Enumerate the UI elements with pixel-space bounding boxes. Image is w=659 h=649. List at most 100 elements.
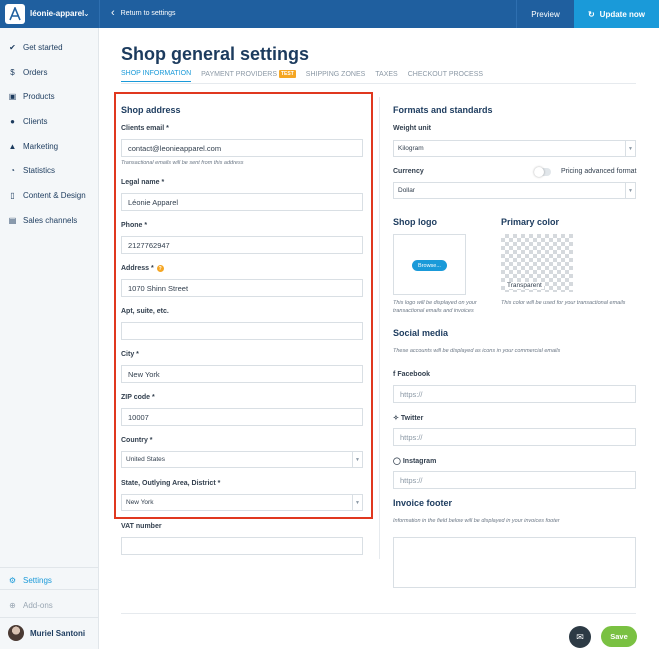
pricing-advanced-toggle[interactable] (534, 167, 551, 177)
tab-taxes[interactable]: TAXES (375, 70, 397, 82)
state-select[interactable]: New York ▼ (121, 494, 363, 511)
country-value: United States (126, 456, 166, 463)
instagram-label: ◯ Instagram (393, 457, 437, 466)
sidebar-item-sales-channels[interactable]: ▤ Sales channels (8, 213, 78, 227)
refresh-icon: ↻ (587, 9, 595, 19)
legal-name-label: Legal name * (121, 179, 165, 186)
user-menu[interactable]: Muriel Santoni (8, 625, 85, 641)
shop-logo-dropzone[interactable]: Browse... (393, 234, 466, 295)
cart-icon: ▣ (8, 91, 17, 101)
sidebar-item-label: Get started (23, 42, 63, 52)
sidebar-item-addons[interactable]: ⊕ Add-ons (8, 598, 53, 612)
bell-icon: ▲ (8, 141, 17, 151)
browse-button[interactable]: Browse... (412, 260, 447, 271)
invoice-footer-textarea[interactable] (393, 537, 636, 588)
country-select[interactable]: United States ▼ (121, 451, 363, 468)
facebook-field[interactable]: https:// (393, 385, 636, 403)
invoice-footer-title: Invoice footer (393, 498, 453, 508)
state-value: New York (126, 499, 154, 506)
zip-label: ZIP code * (121, 394, 155, 401)
return-to-settings-link[interactable]: ‹ Return to settings (111, 8, 176, 19)
legal-name-field[interactable]: Léonie Apparel (121, 193, 363, 211)
tab-shop-information[interactable]: SHOP INFORMATION (121, 70, 192, 82)
clients-email-field[interactable]: contact@leonieapparel.com (121, 139, 363, 157)
vat-field[interactable] (121, 537, 363, 555)
clients-email-hint: Transactional emails will be sent from t… (121, 160, 244, 166)
instagram-label-text: Instagram (402, 457, 437, 465)
currency-label: Currency (393, 168, 424, 175)
users-icon: ● (10, 116, 15, 126)
update-label: Update now (599, 9, 646, 19)
sidebar-item-label: Products (23, 91, 55, 101)
zip-field[interactable]: 10007 (121, 408, 363, 426)
twitter-label-text: Twitter (400, 414, 424, 422)
social-media-hint: These accounts will be displayed as icon… (393, 348, 561, 354)
sidebar-item-label: Sales channels (23, 215, 78, 225)
sidebar-item-content-design[interactable]: ▯ Content & Design (8, 188, 86, 202)
sidebar-divider (0, 567, 99, 568)
formats-title: Formats and standards (393, 105, 493, 115)
tab-shipping-zones[interactable]: SHIPPING ZONES (306, 70, 366, 82)
invoice-footer-hint: Information in the field below will be d… (393, 518, 560, 524)
column-divider (379, 97, 380, 559)
clients-email-label: Clients email * (121, 125, 169, 132)
logo-icon (9, 7, 21, 21)
shop-logo-title: Shop logo (393, 217, 437, 227)
plus-circle-icon: ⊕ (9, 600, 16, 610)
sidebar-item-label: Statistics (23, 165, 56, 175)
state-label: State, Outlying Area, District * (121, 480, 221, 487)
sidebar-item-label: Orders (23, 67, 48, 77)
app-logo[interactable] (5, 4, 25, 24)
tab-payment-providers[interactable]: PAYMENT PROVIDERS TEST (201, 70, 296, 82)
sidebar-item-marketing[interactable]: ▲ Marketing (8, 139, 59, 153)
social-media-title: Social media (393, 328, 449, 338)
shop-address-title: Shop address (121, 105, 181, 115)
weight-unit-select[interactable]: Kilogram ▼ (393, 140, 636, 157)
weight-unit-value: Kilogram (398, 145, 424, 152)
gear-icon: ⚙ (8, 575, 17, 585)
apt-label: Apt, suite, etc. (121, 308, 169, 315)
mobile-icon: ▯ (10, 190, 15, 200)
address-field[interactable]: 1070 Shinn Street (121, 279, 363, 297)
phone-label: Phone * (121, 222, 148, 229)
primary-color-swatch[interactable]: Transparent (501, 234, 573, 292)
chevron-down-icon[interactable]: ⌄ (83, 9, 90, 18)
save-button[interactable]: Save (601, 626, 637, 647)
instagram-icon: ◯ (393, 458, 401, 465)
sidebar-item-orders[interactable]: $ Orders (8, 65, 47, 79)
sidebar-item-clients[interactable]: ● Clients (8, 114, 47, 128)
sidebar-item-products[interactable]: ▣ Products (8, 89, 55, 103)
address-label: Address * ? (121, 265, 164, 272)
facebook-icon: f (393, 371, 396, 378)
preview-button[interactable]: Preview (516, 0, 574, 28)
primary-color-title: Primary color (501, 217, 560, 227)
apt-field[interactable] (121, 322, 363, 340)
chevron-down-icon: ▼ (625, 183, 635, 198)
weight-unit-label: Weight unit (393, 125, 431, 132)
test-badge: TEST (279, 70, 296, 78)
chat-icon[interactable]: ✉ (569, 626, 591, 648)
update-now-button[interactable]: ↻ Update now (574, 0, 659, 28)
info-icon[interactable]: ? (156, 265, 164, 272)
sidebar-item-get-started[interactable]: ✔ Get started (8, 40, 63, 54)
return-label: Return to settings (120, 9, 176, 17)
phone-field[interactable]: 2127762947 (121, 236, 363, 254)
shop-switcher-label[interactable]: léonie-apparel (30, 9, 84, 18)
avatar (8, 625, 24, 641)
facebook-label-text: Facebook (397, 371, 431, 378)
instagram-field[interactable]: https:// (393, 471, 636, 489)
city-field[interactable]: New York (121, 365, 363, 383)
sidebar-item-label: Content & Design (23, 190, 86, 200)
footer-divider (121, 613, 636, 614)
twitter-icon: ✧ (393, 415, 399, 422)
sidebar-item-label: Clients (23, 116, 48, 126)
twitter-field[interactable]: https:// (393, 428, 636, 446)
currency-select[interactable]: Dollar ▼ (393, 182, 636, 199)
primary-color-hint: This color will be used for your transac… (501, 300, 626, 306)
chevron-down-icon: ▼ (352, 495, 362, 510)
dollar-circle-icon: $ (10, 67, 15, 77)
page-title: Shop general settings (121, 44, 310, 64)
tab-checkout-process[interactable]: CHECKOUT PROCESS (408, 70, 483, 82)
sidebar-item-settings[interactable]: ⚙ Settings (8, 573, 52, 587)
sidebar-item-statistics[interactable]: ◔ Statistics (8, 163, 55, 177)
